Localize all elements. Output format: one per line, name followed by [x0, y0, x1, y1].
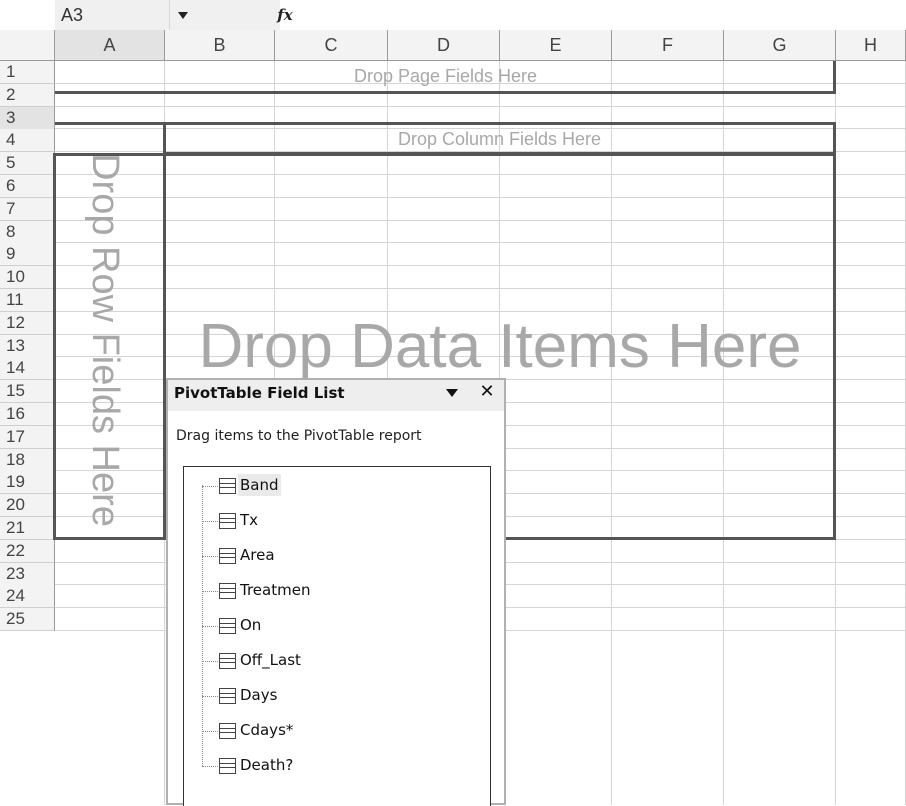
field-label: Off_Last [240, 651, 301, 669]
tree-branch-line [202, 591, 218, 592]
field-icon [219, 653, 236, 669]
field-item[interactable]: Area [202, 543, 402, 569]
column-header-g[interactable]: G [724, 30, 836, 61]
field-label: Days [240, 686, 278, 704]
column-fields-drop-label: Drop Column Fields Here [397, 129, 602, 149]
row-header-12[interactable]: 12 [0, 311, 55, 335]
field-icon [219, 688, 236, 704]
dropdown-arrow-icon [178, 12, 188, 19]
panel-title: PivotTable Field List [174, 384, 345, 402]
row-header-3[interactable]: 3 [0, 106, 55, 130]
tree-branch-line [202, 661, 218, 662]
panel-close-button[interactable]: ✕ [478, 381, 496, 403]
row-header-2[interactable]: 2 [0, 83, 55, 107]
field-icon [219, 583, 236, 599]
panel-instruction: Drag items to the PivotTable report [176, 428, 422, 444]
row-header-20[interactable]: 20 [0, 494, 55, 518]
row-header-24[interactable]: 24 [0, 585, 55, 609]
row-header-9[interactable]: 9 [0, 243, 55, 267]
row-header-10[interactable]: 10 [0, 266, 55, 290]
row-header-23[interactable]: 23 [0, 562, 55, 586]
panel-menu-button[interactable] [444, 384, 462, 402]
row-header-16[interactable]: 16 [0, 403, 55, 426]
insert-function-button[interactable]: fx [270, 4, 300, 26]
tree-branch-line [202, 731, 218, 732]
field-item[interactable]: Band [202, 473, 402, 499]
column-header-a[interactable]: A [55, 30, 165, 61]
data-items-drop-label: Drop Data Items Here [198, 312, 802, 381]
field-item[interactable]: Death? [202, 753, 402, 779]
name-box[interactable]: A3 [55, 0, 170, 30]
row-header-19[interactable]: 19 [0, 471, 55, 495]
field-item[interactable]: Cdays* [202, 718, 402, 744]
field-item[interactable]: Treatmen [202, 578, 402, 604]
row-fields-drop-label: Drop Row Fields Here [84, 153, 126, 527]
column-header-c[interactable]: C [275, 30, 388, 61]
field-label: Death? [240, 756, 294, 774]
row-header-14[interactable]: 14 [0, 357, 55, 381]
row-header-17[interactable]: 17 [0, 425, 55, 449]
tree-branch-line [202, 486, 218, 487]
field-icon [219, 758, 236, 774]
row-header-25[interactable]: 25 [0, 608, 55, 632]
field-icon [219, 513, 236, 529]
row-header-8[interactable]: 8 [0, 220, 55, 244]
row-header-6[interactable]: 6 [0, 175, 55, 198]
row-header-15[interactable]: 15 [0, 380, 55, 404]
column-header-f[interactable]: F [612, 30, 724, 61]
field-label: Treatmen [240, 581, 311, 599]
tree-branch-line [202, 766, 218, 767]
field-item[interactable]: Off_Last [202, 648, 402, 674]
field-icon [219, 723, 236, 739]
field-label: Area [240, 546, 275, 564]
field-item[interactable]: On [202, 613, 402, 639]
dropdown-arrow-icon [446, 389, 458, 397]
name-box-dropdown[interactable] [170, 0, 280, 30]
field-label: Band [238, 474, 281, 496]
column-header-h[interactable]: H [836, 30, 906, 61]
column-header-d[interactable]: D [388, 30, 500, 61]
tree-branch-line [202, 521, 218, 522]
tree-branch-line [202, 696, 218, 697]
field-label: On [240, 616, 262, 634]
row-header-7[interactable]: 7 [0, 197, 55, 221]
field-label: Cdays* [240, 721, 294, 739]
field-icon [219, 548, 236, 564]
field-item[interactable]: Days [202, 683, 402, 709]
page-fields-drop-label: Drop Page Fields Here [353, 66, 538, 86]
row-header-5[interactable]: 5 [0, 152, 55, 176]
row-header-22[interactable]: 22 [0, 539, 55, 563]
column-header-b[interactable]: B [165, 30, 275, 61]
row-header-13[interactable]: 13 [0, 334, 55, 358]
field-icon [219, 478, 236, 494]
row-header-21[interactable]: 21 [0, 517, 55, 540]
row-header-1[interactable]: 1 [0, 61, 55, 84]
select-all-corner[interactable] [0, 30, 55, 61]
row-header-4[interactable]: 4 [0, 129, 55, 153]
gridline-row-2 [55, 105, 906, 107]
row-header-11[interactable]: 11 [0, 289, 55, 312]
tree-branch-line [202, 626, 218, 627]
field-icon [219, 618, 236, 634]
field-item[interactable]: Tx [202, 508, 402, 534]
row-header-18[interactable]: 18 [0, 448, 55, 472]
tree-branch-line [202, 556, 218, 557]
field-label: Tx [240, 511, 259, 529]
column-header-e[interactable]: E [500, 30, 612, 61]
